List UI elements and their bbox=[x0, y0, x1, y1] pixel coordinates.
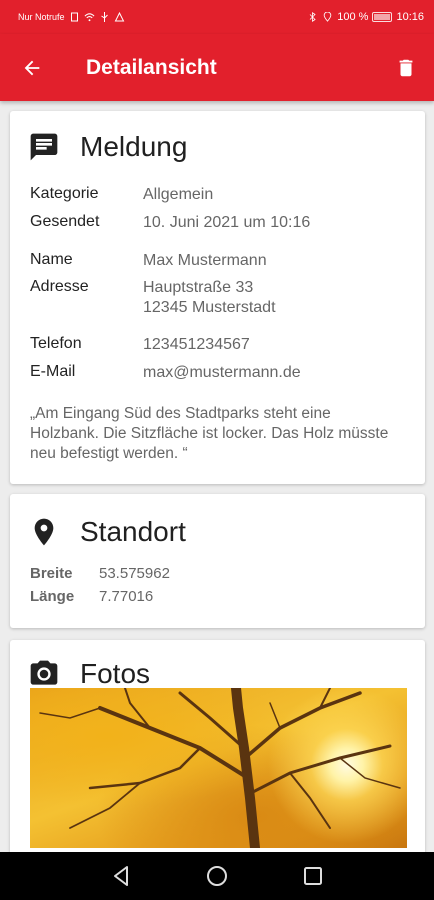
field-label: Kategorie bbox=[30, 185, 99, 202]
field-value: 10. Juni 2021 um 10:16 bbox=[143, 214, 311, 231]
nav-back-button[interactable] bbox=[108, 863, 134, 889]
arrow-back-icon bbox=[24, 60, 40, 75]
field-row-address: Adresse Hauptstraße 33 12345 Musterstadt bbox=[30, 278, 276, 318]
field-label: Gesendet bbox=[30, 213, 100, 230]
photo-thumbnail[interactable] bbox=[30, 688, 407, 848]
delete-button[interactable] bbox=[378, 34, 434, 101]
sim-icon bbox=[70, 12, 78, 22]
field-value: Hauptstraße 33 12345 Musterstadt bbox=[143, 279, 276, 316]
status-time: 10:16 bbox=[396, 11, 424, 23]
photos-header: Fotos bbox=[28, 658, 150, 690]
location-status-icon bbox=[324, 12, 332, 22]
report-title: Meldung bbox=[80, 131, 188, 162]
nav-recents-button[interactable] bbox=[300, 863, 326, 889]
camera-icon bbox=[30, 660, 58, 685]
tree-branches-image bbox=[39, 688, 401, 848]
page-title: Detailansicht bbox=[86, 55, 217, 79]
field-label: E-Mail bbox=[30, 363, 76, 380]
app-bar: Detailansicht bbox=[0, 34, 434, 101]
field-value[interactable]: 123451234567 bbox=[143, 335, 250, 355]
field-value: Allgemein bbox=[143, 186, 214, 203]
wifi-icon bbox=[84, 13, 95, 22]
bluetooth-icon bbox=[309, 12, 316, 22]
photos-title: Fotos bbox=[80, 658, 151, 689]
usb-icon bbox=[100, 12, 108, 22]
battery-icon bbox=[372, 12, 393, 22]
location-pin-icon bbox=[34, 518, 54, 546]
field-row-sent: Gesendet 10. Juni 2021 um 10:16 bbox=[30, 213, 310, 233]
triangle-back-icon bbox=[114, 866, 128, 886]
field-label: Adresse bbox=[30, 278, 89, 295]
message-icon bbox=[30, 133, 58, 161]
battery-percent: 100 % bbox=[337, 11, 369, 23]
field-value[interactable]: max@mustermann.de bbox=[143, 363, 301, 383]
longitude-row: Länge 7.77016 bbox=[30, 588, 153, 605]
status-bar: Nur Notrufe 100 % 10:16 bbox=[0, 0, 434, 34]
location-title: Standort bbox=[80, 516, 186, 547]
status-left: Nur Notrufe bbox=[18, 12, 125, 22]
report-message: „Am Eingang Süd des Stadtparks steht ein… bbox=[30, 405, 389, 462]
carrier-text: Nur Notrufe bbox=[18, 12, 65, 22]
field-label: Telefon bbox=[30, 335, 82, 352]
circle-home-icon bbox=[207, 866, 227, 886]
location-card: Standort Breite 53.575962 Länge 7.77016 bbox=[10, 494, 425, 628]
field-row-email: E-Mail max@mustermann.de bbox=[30, 363, 301, 383]
field-label: Name bbox=[30, 251, 73, 268]
status-right: 100 % 10:16 bbox=[307, 11, 424, 23]
square-recents-icon bbox=[304, 867, 322, 885]
latitude-row: Breite 53.575962 bbox=[30, 565, 170, 582]
latitude-label: Breite bbox=[30, 565, 73, 582]
field-row-phone: Telefon 123451234567 bbox=[30, 335, 250, 355]
report-card: Meldung Kategorie Allgemein Gesendet 10.… bbox=[10, 111, 425, 484]
field-row-category: Kategorie Allgemein bbox=[30, 185, 213, 205]
nav-home-button[interactable] bbox=[204, 863, 230, 889]
longitude-value: 7.77016 bbox=[99, 588, 154, 605]
app-notification-icon bbox=[114, 12, 124, 22]
report-header: Meldung bbox=[28, 131, 187, 163]
longitude-label: Länge bbox=[30, 588, 75, 605]
field-row-name: Name Max Mustermann bbox=[30, 251, 267, 271]
location-header: Standort bbox=[28, 514, 186, 550]
system-nav-bar bbox=[0, 852, 434, 900]
back-button[interactable] bbox=[0, 34, 70, 101]
latitude-value: 53.575962 bbox=[99, 565, 170, 582]
trash-icon bbox=[399, 59, 413, 76]
field-value: Max Mustermann bbox=[143, 252, 267, 269]
